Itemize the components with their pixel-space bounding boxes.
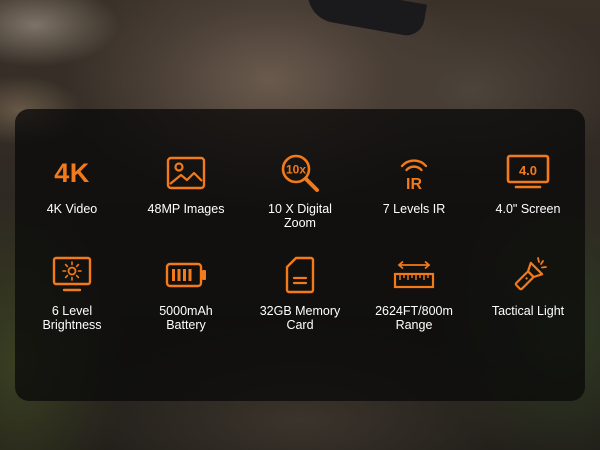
feature-label-line: Brightness	[42, 318, 102, 332]
feature-4k-video: 4K 4K Video	[15, 152, 129, 230]
feature-label-line: 7 Levels IR	[382, 202, 446, 216]
feature-label-line: 10 X Digital	[268, 202, 332, 216]
feature-ir-levels: IR 7 Levels IR	[357, 152, 471, 230]
feature-label-line: 5000mAh	[159, 304, 213, 318]
image-icon	[129, 152, 243, 194]
feature-label-line: Tactical Light	[491, 304, 565, 318]
feature-label: 4K Video	[15, 202, 129, 216]
brightness-icon	[15, 254, 129, 296]
feature-label: 10 X Digital Zoom	[243, 202, 357, 230]
infrared-icon: IR	[357, 152, 471, 194]
feature-label-line: 32GB Memory	[259, 304, 341, 318]
feature-label-line: 4K Video	[46, 202, 98, 216]
feature-digital-zoom: 10x 10 X Digital Zoom	[243, 152, 357, 230]
feature-label: 4.0" Screen	[471, 202, 585, 216]
feature-label: 7 Levels IR	[357, 202, 471, 216]
feature-brightness: 6 Level Brightness	[15, 254, 129, 332]
feature-label-line: Range	[395, 318, 433, 332]
range-ruler-icon	[357, 254, 471, 296]
feature-label: 2624FT/800m Range	[357, 304, 471, 332]
feature-label: Tactical Light	[471, 304, 585, 318]
feature-memory-card: 32GB Memory Card	[243, 254, 357, 332]
feature-screen: 4.0 4.0" Screen	[471, 152, 585, 230]
feature-label-line: Card	[286, 318, 314, 332]
feature-label-line: Zoom	[284, 216, 316, 230]
4k-text-icon: 4K	[15, 152, 129, 194]
feature-label-line: 48MP Images	[147, 202, 225, 216]
feature-label: 32GB Memory Card	[243, 304, 357, 332]
memory-card-icon	[243, 254, 357, 296]
feature-48mp-images: 48MP Images	[129, 152, 243, 230]
zoom-icon-text: 10x	[286, 163, 306, 177]
feature-label-line: 4.0" Screen	[495, 202, 561, 216]
screen-icon: 4.0	[471, 152, 585, 194]
battery-icon	[129, 254, 243, 296]
feature-range: 2624FT/800m Range	[357, 254, 471, 332]
feature-label-line: 6 Level	[51, 304, 93, 318]
feature-label: 48MP Images	[129, 202, 243, 216]
feature-label-line: 2624FT/800m	[375, 304, 453, 318]
screen-icon-text: 4.0	[519, 163, 537, 178]
feature-tactical-light: Tactical Light	[471, 254, 585, 332]
ir-icon-text: IR	[406, 176, 422, 193]
flashlight-icon	[471, 254, 585, 296]
feature-label: 6 Level Brightness	[15, 304, 129, 332]
4k-icon-text: 4K	[54, 157, 90, 188]
zoom-magnifier-icon: 10x	[243, 152, 357, 194]
feature-label-line: Battery	[166, 318, 206, 332]
feature-grid: 4K 4K Video 48MP Images 10x 10 X Digital…	[15, 152, 585, 332]
feature-label: 5000mAh Battery	[129, 304, 243, 332]
device-edge	[302, 0, 428, 39]
feature-battery: 5000mAh Battery	[129, 254, 243, 332]
